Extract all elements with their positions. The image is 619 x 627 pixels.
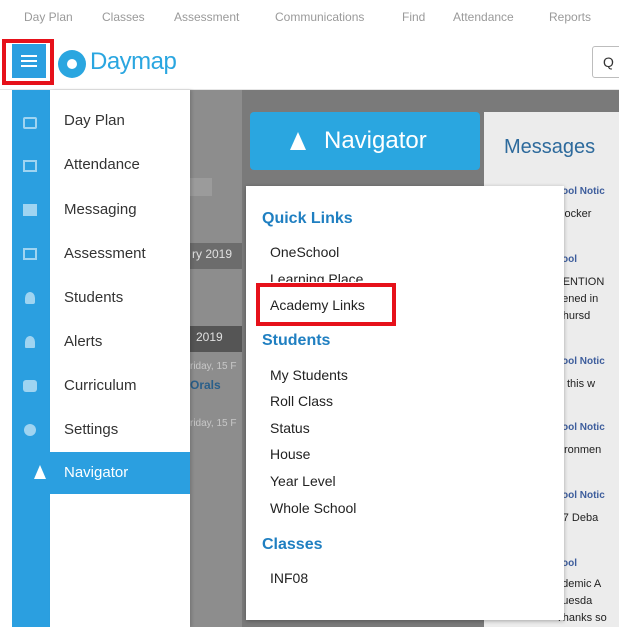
graduation-cap-icon	[23, 380, 37, 392]
sidebar-item-navigator[interactable]: Navigator	[12, 452, 190, 494]
link-house[interactable]: House	[270, 446, 310, 462]
dim-friday-text: riday, 15 F	[190, 361, 237, 372]
student-icon	[25, 292, 35, 304]
search-icon: Q	[603, 54, 614, 70]
link-my-students[interactable]: My Students	[270, 367, 348, 383]
dim-date-text-2: 2019	[196, 330, 223, 344]
daymap-logo-text: Daymap	[90, 48, 177, 75]
topnav-classes[interactable]: Classes	[102, 10, 145, 24]
sidebar-item-alerts[interactable]: Alerts	[64, 333, 102, 350]
navigator-button-label: Navigator	[324, 127, 427, 154]
sidebar-item-day-plan[interactable]: Day Plan	[64, 112, 125, 129]
sidebar-item-curriculum[interactable]: Curriculum	[64, 377, 137, 394]
sidebar-item-attendance[interactable]: Attendance	[64, 156, 140, 173]
assessment-icon	[23, 248, 37, 260]
app-header: Daymap Q	[0, 34, 619, 90]
topnav-reports[interactable]: Reports	[549, 10, 591, 24]
dim-panel-left	[190, 90, 242, 627]
quick-links-heading: Quick Links	[262, 210, 353, 227]
students-heading: Students	[262, 332, 331, 349]
checkbox-icon	[23, 160, 37, 172]
topnav-assessment[interactable]: Assessment	[174, 10, 239, 24]
calendar-icon	[23, 117, 37, 129]
message-icon	[23, 204, 37, 216]
topnav-find[interactable]: Find	[402, 10, 425, 24]
daymap-logo-icon	[58, 50, 86, 78]
sidebar-item-students[interactable]: Students	[64, 289, 123, 306]
dim-orals-text: Orals	[190, 378, 221, 392]
message-notice: ool Notic	[562, 186, 605, 197]
messages-title: Messages	[504, 136, 596, 158]
sidebar-item-navigator-label: Navigator	[64, 464, 129, 481]
navigator-button[interactable]: Navigator	[250, 112, 480, 170]
top-navigation: Day Plan Classes Assessment Communicatio…	[0, 0, 619, 34]
navigator-popup: Quick Links OneSchool Learning Place Aca…	[246, 186, 564, 620]
sidebar-item-assessment[interactable]: Assessment	[64, 245, 146, 262]
academy-links-highlight	[256, 283, 396, 326]
link-whole-school[interactable]: Whole School	[270, 500, 356, 516]
message-notice: ool	[562, 254, 577, 265]
sidebar-icon-rail	[12, 90, 50, 627]
navigator-arrow-icon	[34, 465, 46, 479]
search-input[interactable]: Q	[592, 46, 619, 78]
dim-date-text: ry 2019	[192, 247, 233, 261]
link-oneschool[interactable]: OneSchool	[270, 244, 339, 260]
link-learning-place[interactable]: Learning Place	[270, 271, 363, 282]
message-notice: ool Notic	[562, 490, 605, 501]
link-roll-class[interactable]: Roll Class	[270, 393, 333, 409]
calendar-icon	[190, 178, 212, 196]
message-notice: ool Notic	[562, 422, 605, 433]
message-notice: ool	[562, 558, 577, 569]
topnav-day-plan[interactable]: Day Plan	[24, 10, 73, 24]
side-menu: Day Plan Attendance Messaging Assessment…	[50, 90, 190, 627]
sidebar-item-settings[interactable]: Settings	[64, 421, 118, 438]
navigator-arrow-icon	[290, 132, 306, 150]
topnav-attendance[interactable]: Attendance	[453, 10, 514, 24]
link-year-level[interactable]: Year Level	[270, 473, 336, 489]
topnav-communications[interactable]: Communications	[275, 10, 364, 24]
sidebar-item-messaging[interactable]: Messaging	[64, 201, 137, 218]
bell-icon	[25, 336, 35, 348]
gear-icon	[24, 424, 36, 436]
classes-heading: Classes	[262, 536, 323, 553]
message-notice: ool Notic	[562, 356, 605, 367]
link-inf08[interactable]: INF08	[270, 570, 308, 586]
dim-friday-text-2: riday, 15 F	[190, 418, 237, 429]
link-status[interactable]: Status	[270, 420, 310, 436]
menu-button-highlight	[2, 39, 54, 85]
